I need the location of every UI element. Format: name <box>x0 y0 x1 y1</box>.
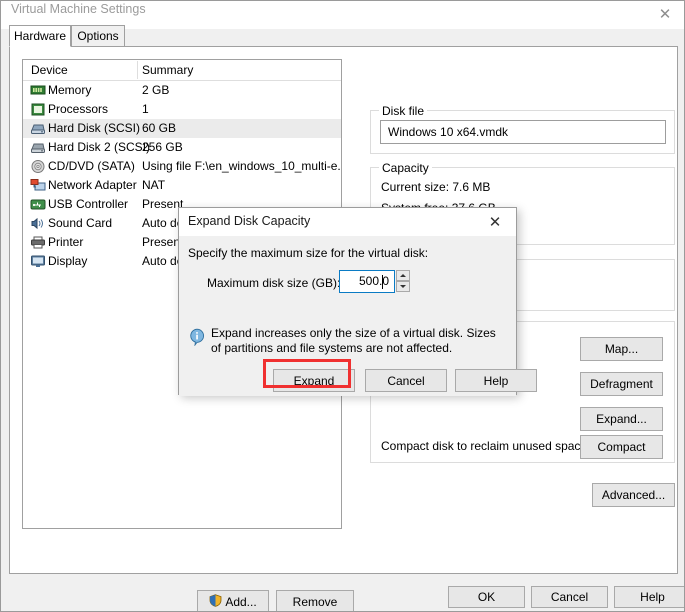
compact-button-label: Compact <box>597 440 646 454</box>
dialog-close-button[interactable]: ✕ <box>474 208 516 235</box>
dialog-title-bar: Expand Disk Capacity ✕ <box>179 208 516 236</box>
dialog-help-button[interactable]: Help <box>455 369 537 392</box>
cd-dvd-icon <box>30 159 46 174</box>
tab-options[interactable]: Options <box>71 25 125 47</box>
stepper-buttons <box>396 270 410 293</box>
close-icon: ✕ <box>658 5 672 23</box>
add-device-label: Add... <box>225 594 257 609</box>
dialog-prompt: Specify the maximum size for the virtual… <box>188 246 429 260</box>
remove-device-button[interactable]: Remove <box>276 590 354 611</box>
hard-disk-icon <box>30 121 46 136</box>
device-summary: 60 GB <box>142 121 177 135</box>
shield-icon <box>209 593 222 610</box>
column-divider <box>137 61 138 79</box>
virtual-machine-settings-window: Virtual Machine Settings ✕ Hardware Opti… <box>0 0 685 612</box>
device-summary: NAT <box>142 178 166 192</box>
cancel-button[interactable]: Cancel <box>531 586 608 608</box>
max-disk-size-input[interactable]: 500.0 <box>339 270 395 293</box>
table-row[interactable]: CD/DVD (SATA) Using file F:\en_windows_1… <box>23 157 341 176</box>
expand-disk-button[interactable]: Expand... <box>580 407 663 431</box>
stepper-increment-button[interactable] <box>396 270 410 281</box>
remove-device-label: Remove <box>292 594 338 609</box>
device-name: Memory <box>48 83 92 97</box>
device-summary: Using file F:\en_windows_10_multi-e... <box>142 159 342 173</box>
disk-file-group: Disk file Windows 10 x64.vmdk <box>370 104 675 154</box>
compact-description: Compact disk to reclaim unused space. <box>381 439 591 453</box>
compact-button[interactable]: Compact <box>580 435 663 459</box>
column-header-summary: Summary <box>142 63 194 77</box>
device-name: Display <box>48 254 88 268</box>
device-summary: 2 GB <box>142 83 170 97</box>
usb-controller-icon <box>30 197 46 212</box>
expand-disk-capacity-dialog: Expand Disk Capacity ✕ Specify the maxim… <box>178 207 537 396</box>
disk-file-legend: Disk file <box>379 104 428 118</box>
table-row[interactable]: Processors 1 <box>23 100 341 119</box>
help-button-label: Help <box>640 590 665 604</box>
tab-options-label: Options <box>77 29 119 43</box>
ok-button-label: OK <box>477 590 496 604</box>
dialog-note: Expand increases only the size of a virt… <box>211 326 496 355</box>
advanced-button[interactable]: Advanced... <box>592 483 675 507</box>
device-name: Printer <box>48 235 84 249</box>
dialog-cancel-label: Cancel <box>387 373 425 388</box>
max-disk-size-label: Maximum disk size (GB): <box>207 276 341 290</box>
dialog-body: Specify the maximum size for the virtual… <box>179 236 537 396</box>
dialog-cancel-button[interactable]: Cancel <box>365 369 447 392</box>
sound-card-icon <box>30 216 46 231</box>
tab-hardware[interactable]: Hardware <box>9 25 71 47</box>
device-name: Sound Card <box>48 216 113 230</box>
tab-strip: Hardware Options <box>9 25 678 47</box>
device-summary: 1 <box>142 102 149 116</box>
device-name: USB Controller <box>48 197 129 211</box>
ok-button[interactable]: OK <box>448 586 525 608</box>
cancel-button-label: Cancel <box>550 590 589 604</box>
info-icon <box>188 328 206 347</box>
capacity-current-size: Current size: 7.6 MB <box>381 180 491 194</box>
map-button[interactable]: Map... <box>580 337 663 361</box>
add-device-button[interactable]: Add... <box>197 590 269 611</box>
window-close-button[interactable]: ✕ <box>644 1 684 27</box>
device-summary: 256 GB <box>142 140 183 154</box>
device-name: CD/DVD (SATA) <box>48 159 135 173</box>
disk-file-value: Windows 10 x64.vmdk <box>388 125 509 139</box>
chevron-down-icon <box>400 285 406 288</box>
dialog-help-label: Help <box>483 373 509 388</box>
processor-icon <box>30 102 46 117</box>
capacity-legend: Capacity <box>379 161 432 175</box>
device-list-header: Device Summary <box>23 60 341 81</box>
advanced-button-label: Advanced... <box>601 488 666 502</box>
defragment-button-label: Defragment <box>590 377 653 391</box>
chevron-up-icon <box>400 274 406 277</box>
expand-disk-button-label: Expand... <box>596 412 647 426</box>
display-icon <box>30 254 46 269</box>
defragment-button[interactable]: Defragment <box>580 372 663 396</box>
table-row[interactable]: Memory 2 GB <box>23 81 341 100</box>
tab-hardware-label: Hardware <box>13 29 67 43</box>
table-row[interactable]: Network Adapter NAT <box>23 176 341 195</box>
dialog-expand-button[interactable]: Expand <box>273 369 355 392</box>
memory-icon <box>30 83 46 98</box>
device-name: Processors <box>48 102 109 116</box>
close-icon: ✕ <box>488 213 502 231</box>
max-disk-size-value: 500.0 <box>358 274 389 288</box>
help-button[interactable]: Help <box>614 586 684 608</box>
window-title: Virtual Machine Settings <box>11 2 146 16</box>
device-name: Network Adapter <box>48 178 137 192</box>
table-row[interactable]: Hard Disk (SCSI) 60 GB <box>23 119 341 138</box>
column-header-device: Device <box>31 63 68 77</box>
map-button-label: Map... <box>604 342 639 356</box>
table-row[interactable]: Hard Disk 2 (SCSI) 256 GB <box>23 138 341 157</box>
dialog-expand-label: Expand <box>293 373 335 388</box>
hard-disk-icon <box>30 140 46 155</box>
device-name: Hard Disk (SCSI) <box>48 121 141 135</box>
network-adapter-icon <box>30 178 46 193</box>
text-cursor <box>382 275 383 289</box>
device-name: Hard Disk 2 (SCSI) <box>48 140 151 154</box>
max-disk-size-stepper[interactable]: 500.0 <box>339 270 410 293</box>
stepper-decrement-button[interactable] <box>396 281 410 292</box>
disk-file-field[interactable]: Windows 10 x64.vmdk <box>380 120 666 144</box>
dialog-title: Expand Disk Capacity <box>188 214 311 228</box>
printer-icon <box>30 235 46 250</box>
